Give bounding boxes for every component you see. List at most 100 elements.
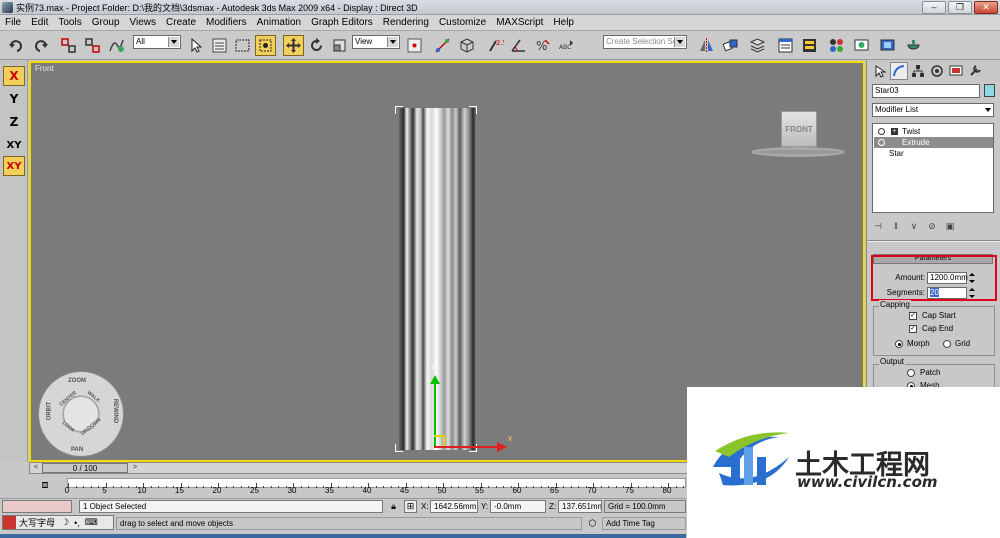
select-and-manipulate-icon[interactable]: [432, 35, 453, 56]
restrict-to-y-button[interactable]: Y: [3, 89, 25, 109]
select-object-icon[interactable]: [185, 35, 206, 56]
modify-tab-icon[interactable]: [890, 62, 908, 80]
expand-icon[interactable]: +: [891, 128, 898, 135]
stack-item-twist[interactable]: + Twist: [874, 126, 993, 137]
ime-mode-label[interactable]: 大写字母: [19, 516, 55, 529]
snaps-toggle-icon[interactable]: 2.5: [485, 35, 506, 56]
restrict-to-plane-button[interactable]: XY: [3, 156, 25, 176]
material-editor-icon[interactable]: [826, 35, 847, 56]
select-and-rotate-icon[interactable]: [306, 35, 327, 56]
menu-file[interactable]: File: [0, 17, 26, 28]
pin-stack-icon[interactable]: ⊣: [871, 219, 885, 233]
render-production-icon[interactable]: [903, 35, 924, 56]
viewcube-ring[interactable]: [751, 147, 845, 157]
menu-edit[interactable]: Edit: [26, 17, 53, 28]
gizmo-x-axis[interactable]: [434, 446, 500, 448]
create-tab-icon[interactable]: [871, 62, 889, 80]
time-tag-icon[interactable]: ⬡: [586, 517, 599, 530]
menu-animation[interactable]: Animation: [252, 17, 306, 28]
gizmo-y-arrow[interactable]: [430, 375, 440, 384]
wheel-pan[interactable]: PAN: [71, 447, 83, 453]
punctuation-icon[interactable]: •,: [74, 518, 80, 528]
gizmo-x-arrow[interactable]: [497, 442, 507, 452]
hierarchy-tab-icon[interactable]: [909, 62, 927, 80]
display-tab-icon[interactable]: [947, 62, 965, 80]
y-coordinate-field[interactable]: -0.0mm: [490, 500, 546, 513]
patch-radio[interactable]: [907, 369, 915, 377]
window-crossing-icon[interactable]: [255, 35, 276, 56]
show-end-result-icon[interactable]: ‖: [889, 219, 903, 233]
reference-coordinate-dropdown[interactable]: View: [352, 35, 400, 49]
extruded-star-object[interactable]: [399, 108, 477, 450]
object-color-swatch[interactable]: [984, 84, 995, 97]
wheel-look[interactable]: LOOK: [61, 420, 76, 434]
wheel-rewind[interactable]: REWIND: [112, 399, 118, 423]
keyboard-icon[interactable]: ⌨: [85, 517, 98, 528]
unlink-icon[interactable]: [82, 35, 103, 56]
select-and-move-icon[interactable]: [283, 35, 304, 56]
menu-rendering[interactable]: Rendering: [378, 17, 434, 28]
morph-radio[interactable]: [895, 340, 903, 348]
configure-modifier-sets-icon[interactable]: ▣: [943, 219, 957, 233]
menu-create[interactable]: Create: [161, 17, 201, 28]
light-bulb-icon[interactable]: [878, 128, 885, 135]
stack-item-extrude[interactable]: Extrude: [874, 137, 993, 148]
make-unique-icon[interactable]: ∨: [907, 219, 921, 233]
remove-modifier-icon[interactable]: ⊘: [925, 219, 939, 233]
spinner-snap-icon[interactable]: ABC: [556, 35, 577, 56]
time-prev-icon[interactable]: <: [31, 463, 41, 473]
menu-maxscript[interactable]: MAXScript: [491, 17, 548, 28]
restrict-to-z-button[interactable]: Z: [3, 112, 25, 132]
select-and-link-icon[interactable]: [58, 35, 79, 56]
menu-customize[interactable]: Customize: [434, 17, 491, 28]
bind-to-space-warp-icon[interactable]: [106, 35, 127, 56]
selection-filter-dropdown[interactable]: All: [133, 35, 181, 49]
cap-end-checkbox[interactable]: ✓: [909, 325, 917, 333]
undo-icon[interactable]: [6, 35, 27, 56]
x-coordinate-field[interactable]: 1642.56mm: [430, 500, 478, 513]
time-next-icon[interactable]: >: [130, 463, 140, 473]
curve-editor-icon[interactable]: [775, 35, 796, 56]
restore-button[interactable]: ❐: [948, 1, 972, 14]
modifier-list-dropdown[interactable]: Modifier List: [872, 103, 994, 117]
angle-snap-icon[interactable]: [508, 35, 529, 56]
restrict-to-xy-button[interactable]: XY: [3, 135, 25, 155]
minimize-button[interactable]: –: [922, 1, 946, 14]
wheel-zoom[interactable]: ZOOM: [68, 378, 86, 384]
rectangular-selection-icon[interactable]: [232, 35, 253, 56]
layer-manager-icon[interactable]: [747, 35, 768, 56]
restrict-to-x-button[interactable]: X: [3, 66, 25, 86]
wheel-center[interactable]: CENTER: [58, 390, 78, 408]
keyboard-shortcut-override-icon[interactable]: [456, 35, 477, 56]
select-by-name-icon[interactable]: [209, 35, 230, 56]
wheel-up-down[interactable]: UP/DOWN: [80, 417, 102, 437]
menu-modifiers[interactable]: Modifiers: [201, 17, 252, 28]
menu-group[interactable]: Group: [87, 17, 125, 28]
redo-icon[interactable]: [30, 35, 51, 56]
grid-radio[interactable]: [943, 340, 951, 348]
close-button[interactable]: ✕: [974, 1, 998, 14]
add-time-tag-button[interactable]: Add Time Tag: [602, 517, 686, 530]
cap-start-checkbox[interactable]: ✓: [909, 312, 917, 320]
select-and-scale-icon[interactable]: [329, 35, 350, 56]
menu-views[interactable]: Views: [125, 17, 162, 28]
time-slider-thumb[interactable]: 0 / 100: [42, 463, 128, 473]
percent-snap-icon[interactable]: %: [532, 35, 553, 56]
viewcube[interactable]: FRONT: [781, 111, 817, 147]
maxscript-listener[interactable]: [2, 500, 72, 513]
mini-curve-editor-icon[interactable]: ⧈: [38, 478, 52, 492]
wheel-orbit[interactable]: ORBIT: [46, 402, 52, 421]
utilities-tab-icon[interactable]: [966, 62, 984, 80]
menu-tools[interactable]: Tools: [53, 17, 86, 28]
align-icon[interactable]: [720, 35, 741, 56]
steering-wheel[interactable]: ZOOM ORBIT PAN REWIND CENTER WALK LOOK U…: [38, 371, 124, 457]
named-selection-sets-dropdown[interactable]: Create Selection Set: [603, 35, 687, 49]
motion-tab-icon[interactable]: [928, 62, 946, 80]
schematic-view-icon[interactable]: [799, 35, 820, 56]
menu-graph-editors[interactable]: Graph Editors: [306, 17, 378, 28]
rendered-frame-window-icon[interactable]: [877, 35, 898, 56]
light-bulb-icon[interactable]: [878, 139, 885, 146]
absolute-mode-icon[interactable]: ⊞: [404, 500, 417, 513]
pivot-point-center-icon[interactable]: [404, 35, 425, 56]
menu-help[interactable]: Help: [548, 17, 579, 28]
